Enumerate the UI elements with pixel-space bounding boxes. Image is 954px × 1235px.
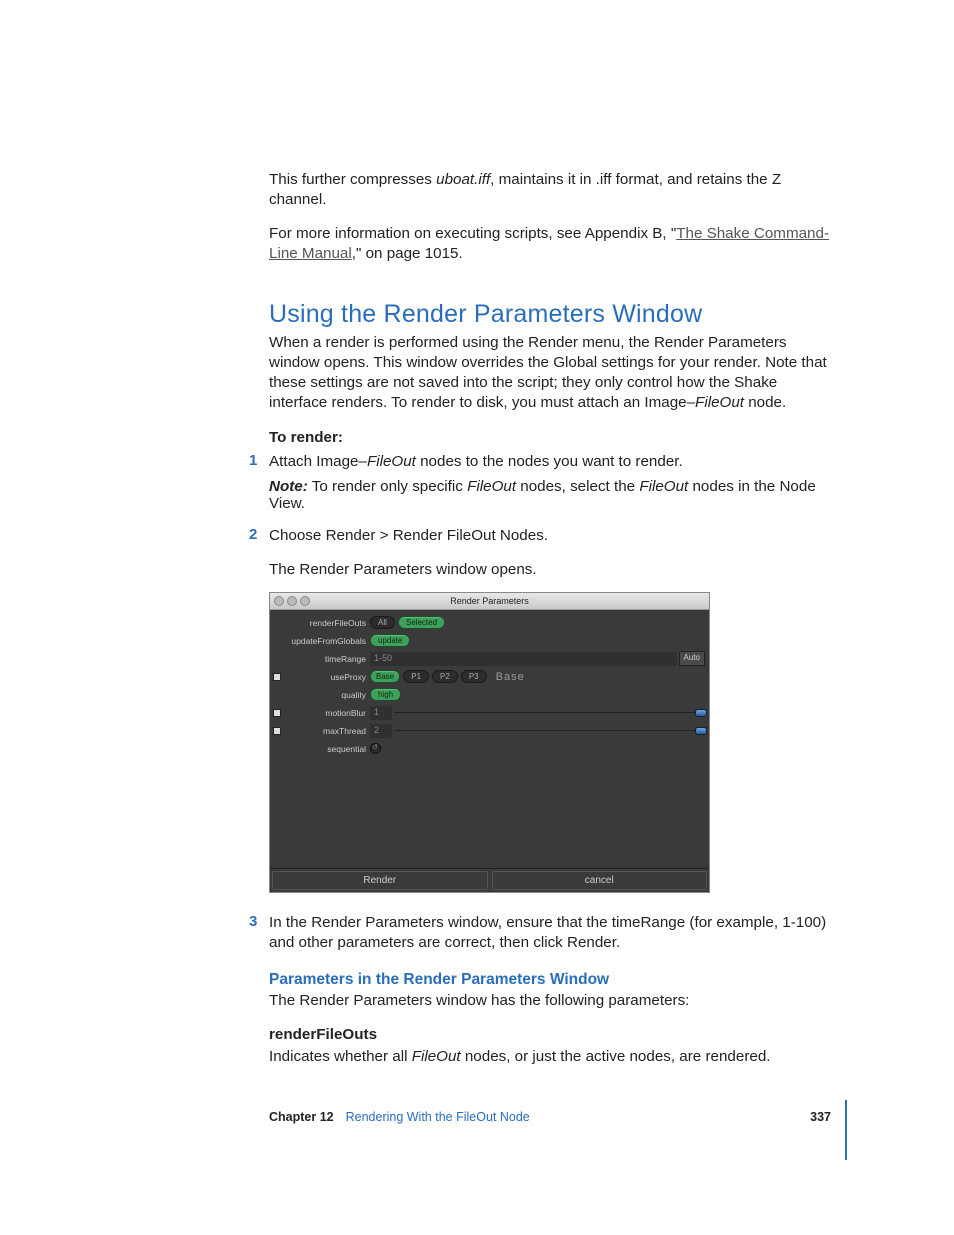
step-1-note: Note: To render only specific FileOut no… [269, 478, 839, 512]
button-proxy-p3[interactable]: P3 [461, 670, 487, 683]
input-maxthread[interactable]: 2 [370, 724, 392, 738]
chapter-number: Chapter 12 [269, 1110, 334, 1124]
label-useproxy: useProxy [274, 672, 370, 682]
label-quality: quality [274, 690, 370, 700]
label-sequential: sequential [274, 744, 370, 754]
toggle-sequential[interactable] [370, 743, 381, 754]
filename-uboat: uboat.iff [436, 171, 490, 188]
param-renderfileouts-title: renderFileOuts [269, 1025, 839, 1045]
button-update[interactable]: update [370, 634, 410, 647]
label-timerange: timeRange [274, 654, 370, 664]
slider-maxthread[interactable] [394, 730, 705, 731]
step-number-3: 3 [249, 913, 257, 930]
step-1: 1 Attach Image–FileOut nodes to the node… [269, 452, 839, 512]
label-motionblur: motionBlur [274, 708, 370, 718]
margin-rule [845, 1100, 847, 1160]
button-proxy-base[interactable]: Base [370, 670, 400, 683]
button-proxy-p2[interactable]: P2 [432, 670, 458, 683]
button-cancel[interactable]: cancel [492, 871, 708, 890]
window-title: Render Parameters [270, 596, 709, 606]
expand-toggle-maxthread[interactable] [273, 727, 281, 735]
button-all[interactable]: All [370, 616, 395, 629]
to-render-label: To render: [269, 428, 839, 448]
page-number: 337 [810, 1110, 839, 1124]
input-motionblur[interactable]: 1 [370, 706, 392, 720]
chapter-title: Rendering With the FileOut Node [346, 1110, 530, 1124]
subsection-intro: The Render Parameters window has the fol… [269, 991, 839, 1011]
label-updatefromglobals: updateFromGlobals [274, 636, 370, 646]
input-timerange[interactable]: 1-50 [370, 652, 677, 666]
slider-motionblur[interactable] [394, 712, 705, 713]
step-2-result: The Render Parameters window opens. [269, 560, 839, 580]
intro-paragraph-2: For more information on executing script… [269, 224, 839, 264]
step-number-1: 1 [249, 452, 257, 469]
window-titlebar: Render Parameters [270, 593, 709, 610]
slider-thumb-icon[interactable] [695, 709, 707, 717]
expand-toggle-motionblur[interactable] [273, 709, 281, 717]
render-parameters-window: Render Parameters renderFileOuts All Sel… [269, 592, 710, 893]
intro-paragraph-1: This further compresses uboat.iff, maint… [269, 170, 839, 210]
subsection-heading: Parameters in the Render Parameters Wind… [269, 971, 839, 989]
button-render[interactable]: Render [272, 871, 488, 890]
step-2: 2 Choose Render > Render FileOut Nodes. … [269, 526, 839, 893]
step-3: 3 In the Render Parameters window, ensur… [269, 913, 839, 953]
slider-thumb-icon[interactable] [695, 727, 707, 735]
label-maxthread: maxThread [274, 726, 370, 736]
button-proxy-p1[interactable]: P1 [403, 670, 429, 683]
param-renderfileouts-desc: Indicates whether all FileOut nodes, or … [269, 1047, 839, 1067]
page-footer: Chapter 12 Rendering With the FileOut No… [269, 1110, 839, 1124]
label-proxy-base: Base [496, 671, 525, 683]
button-auto[interactable]: Auto [679, 651, 705, 666]
expand-toggle-useproxy[interactable] [273, 673, 281, 681]
button-quality-high[interactable]: high [370, 688, 401, 701]
button-selected[interactable]: Selected [398, 616, 445, 629]
section-heading: Using the Render Parameters Window [269, 300, 839, 329]
label-renderfileouts: renderFileOuts [274, 618, 370, 628]
step-number-2: 2 [249, 526, 257, 543]
heading-paragraph: When a render is performed using the Ren… [269, 333, 839, 413]
